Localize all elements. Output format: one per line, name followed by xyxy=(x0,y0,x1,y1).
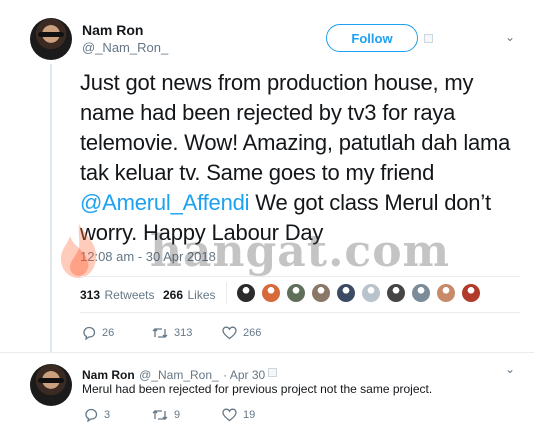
likes-count: 266 xyxy=(163,288,184,302)
stats-separator xyxy=(226,282,227,304)
tweet-text: Just got news from production house, my … xyxy=(80,68,520,248)
retweet-action[interactable]: 313 xyxy=(152,326,192,340)
author-name[interactable]: Nam Ron xyxy=(82,22,143,38)
like-count: 266 xyxy=(243,327,262,339)
reply-like-action[interactable]: 19 xyxy=(222,408,255,422)
likes-stat[interactable]: 266 Likes xyxy=(163,286,216,304)
reply-reply-action[interactable]: 3 xyxy=(84,408,110,422)
thread-line xyxy=(50,64,52,352)
liker-avatar[interactable] xyxy=(287,284,305,302)
reply-reply-count: 3 xyxy=(104,409,111,421)
watermark: hangat.com xyxy=(150,226,451,277)
reply-info-icon xyxy=(268,368,277,377)
follow-info-icon xyxy=(424,34,433,43)
follow-button-label: Follow xyxy=(351,30,393,46)
reply-author-avatar[interactable] xyxy=(30,364,72,406)
retweets-label: Retweets xyxy=(104,288,155,302)
reply-retweet-action[interactable]: 9 xyxy=(152,408,180,422)
retweet-count: 313 xyxy=(174,327,193,339)
divider-bottom-stats xyxy=(80,312,520,313)
likes-label: Likes xyxy=(187,288,216,302)
liker-avatar[interactable] xyxy=(412,284,430,302)
reply-retweet-count: 9 xyxy=(174,409,181,421)
author-avatar[interactable] xyxy=(30,18,72,60)
reply-author-handle[interactable]: @_Nam_Ron_ xyxy=(139,368,219,382)
divider-between-tweets xyxy=(0,352,534,353)
reply-action[interactable]: 26 xyxy=(82,326,114,340)
liker-avatar[interactable] xyxy=(237,284,255,302)
retweet-icon xyxy=(152,410,168,420)
liker-avatar[interactable] xyxy=(362,284,380,302)
reply-text: Merul had been rejected for previous pro… xyxy=(82,382,433,396)
liker-avatar[interactable] xyxy=(462,284,480,302)
flame-logo-icon xyxy=(60,224,97,278)
liker-avatar[interactable] xyxy=(387,284,405,302)
heart-icon xyxy=(222,326,237,340)
tweet-text-part1: Just got news from production house, my … xyxy=(80,70,511,185)
reply-chevron-down-icon[interactable]: ⌄ xyxy=(505,362,515,376)
liker-avatar[interactable] xyxy=(312,284,330,302)
retweets-count: 313 xyxy=(80,288,101,302)
reply-count: 26 xyxy=(102,327,115,339)
heart-icon xyxy=(222,408,237,422)
reply-author-name[interactable]: Nam Ron xyxy=(82,368,135,382)
retweet-icon xyxy=(152,328,168,338)
reply-icon xyxy=(83,326,96,340)
follow-button[interactable]: Follow xyxy=(326,24,418,52)
reply-date[interactable]: · Apr 30 xyxy=(223,368,265,382)
chevron-down-icon[interactable]: ⌄ xyxy=(505,30,515,44)
liker-avatar[interactable] xyxy=(437,284,455,302)
liker-avatar[interactable] xyxy=(262,284,280,302)
reply-icon xyxy=(85,408,98,422)
author-handle[interactable]: @_Nam_Ron_ xyxy=(82,40,168,55)
liker-avatar[interactable] xyxy=(337,284,355,302)
reply-like-count: 19 xyxy=(243,409,256,421)
retweets-stat[interactable]: 313 Retweets xyxy=(80,286,155,304)
mention-link[interactable]: @Amerul_Affendi xyxy=(80,190,250,215)
divider-top-stats xyxy=(80,276,520,277)
like-action[interactable]: 266 xyxy=(222,326,261,340)
